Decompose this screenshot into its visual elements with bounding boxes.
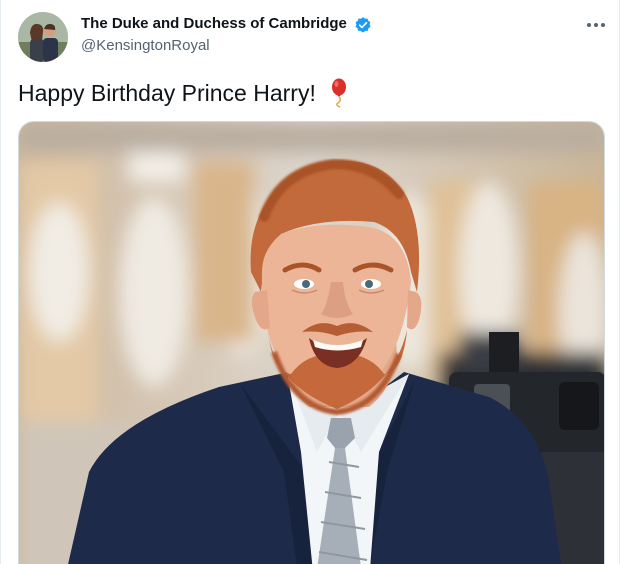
display-name[interactable]: The Duke and Duchess of Cambridge bbox=[81, 15, 347, 32]
tweet-card[interactable]: The Duke and Duchess of Cambridge @Kensi… bbox=[0, 0, 620, 564]
photo-prince-harry bbox=[19, 122, 604, 564]
more-options-button[interactable] bbox=[581, 14, 611, 36]
more-options-icon bbox=[587, 23, 605, 27]
balloon-icon bbox=[331, 78, 346, 108]
tweet-photo[interactable] bbox=[18, 121, 605, 564]
tweet-text-content: Happy Birthday Prince Harry! bbox=[18, 79, 316, 106]
user-handle[interactable]: @KensingtonRoyal bbox=[81, 37, 210, 54]
verified-badge-icon bbox=[355, 17, 371, 33]
avatar-photo bbox=[18, 12, 68, 62]
tweet-text: Happy Birthday Prince Harry! bbox=[18, 78, 350, 108]
profile-avatar[interactable] bbox=[18, 12, 68, 62]
